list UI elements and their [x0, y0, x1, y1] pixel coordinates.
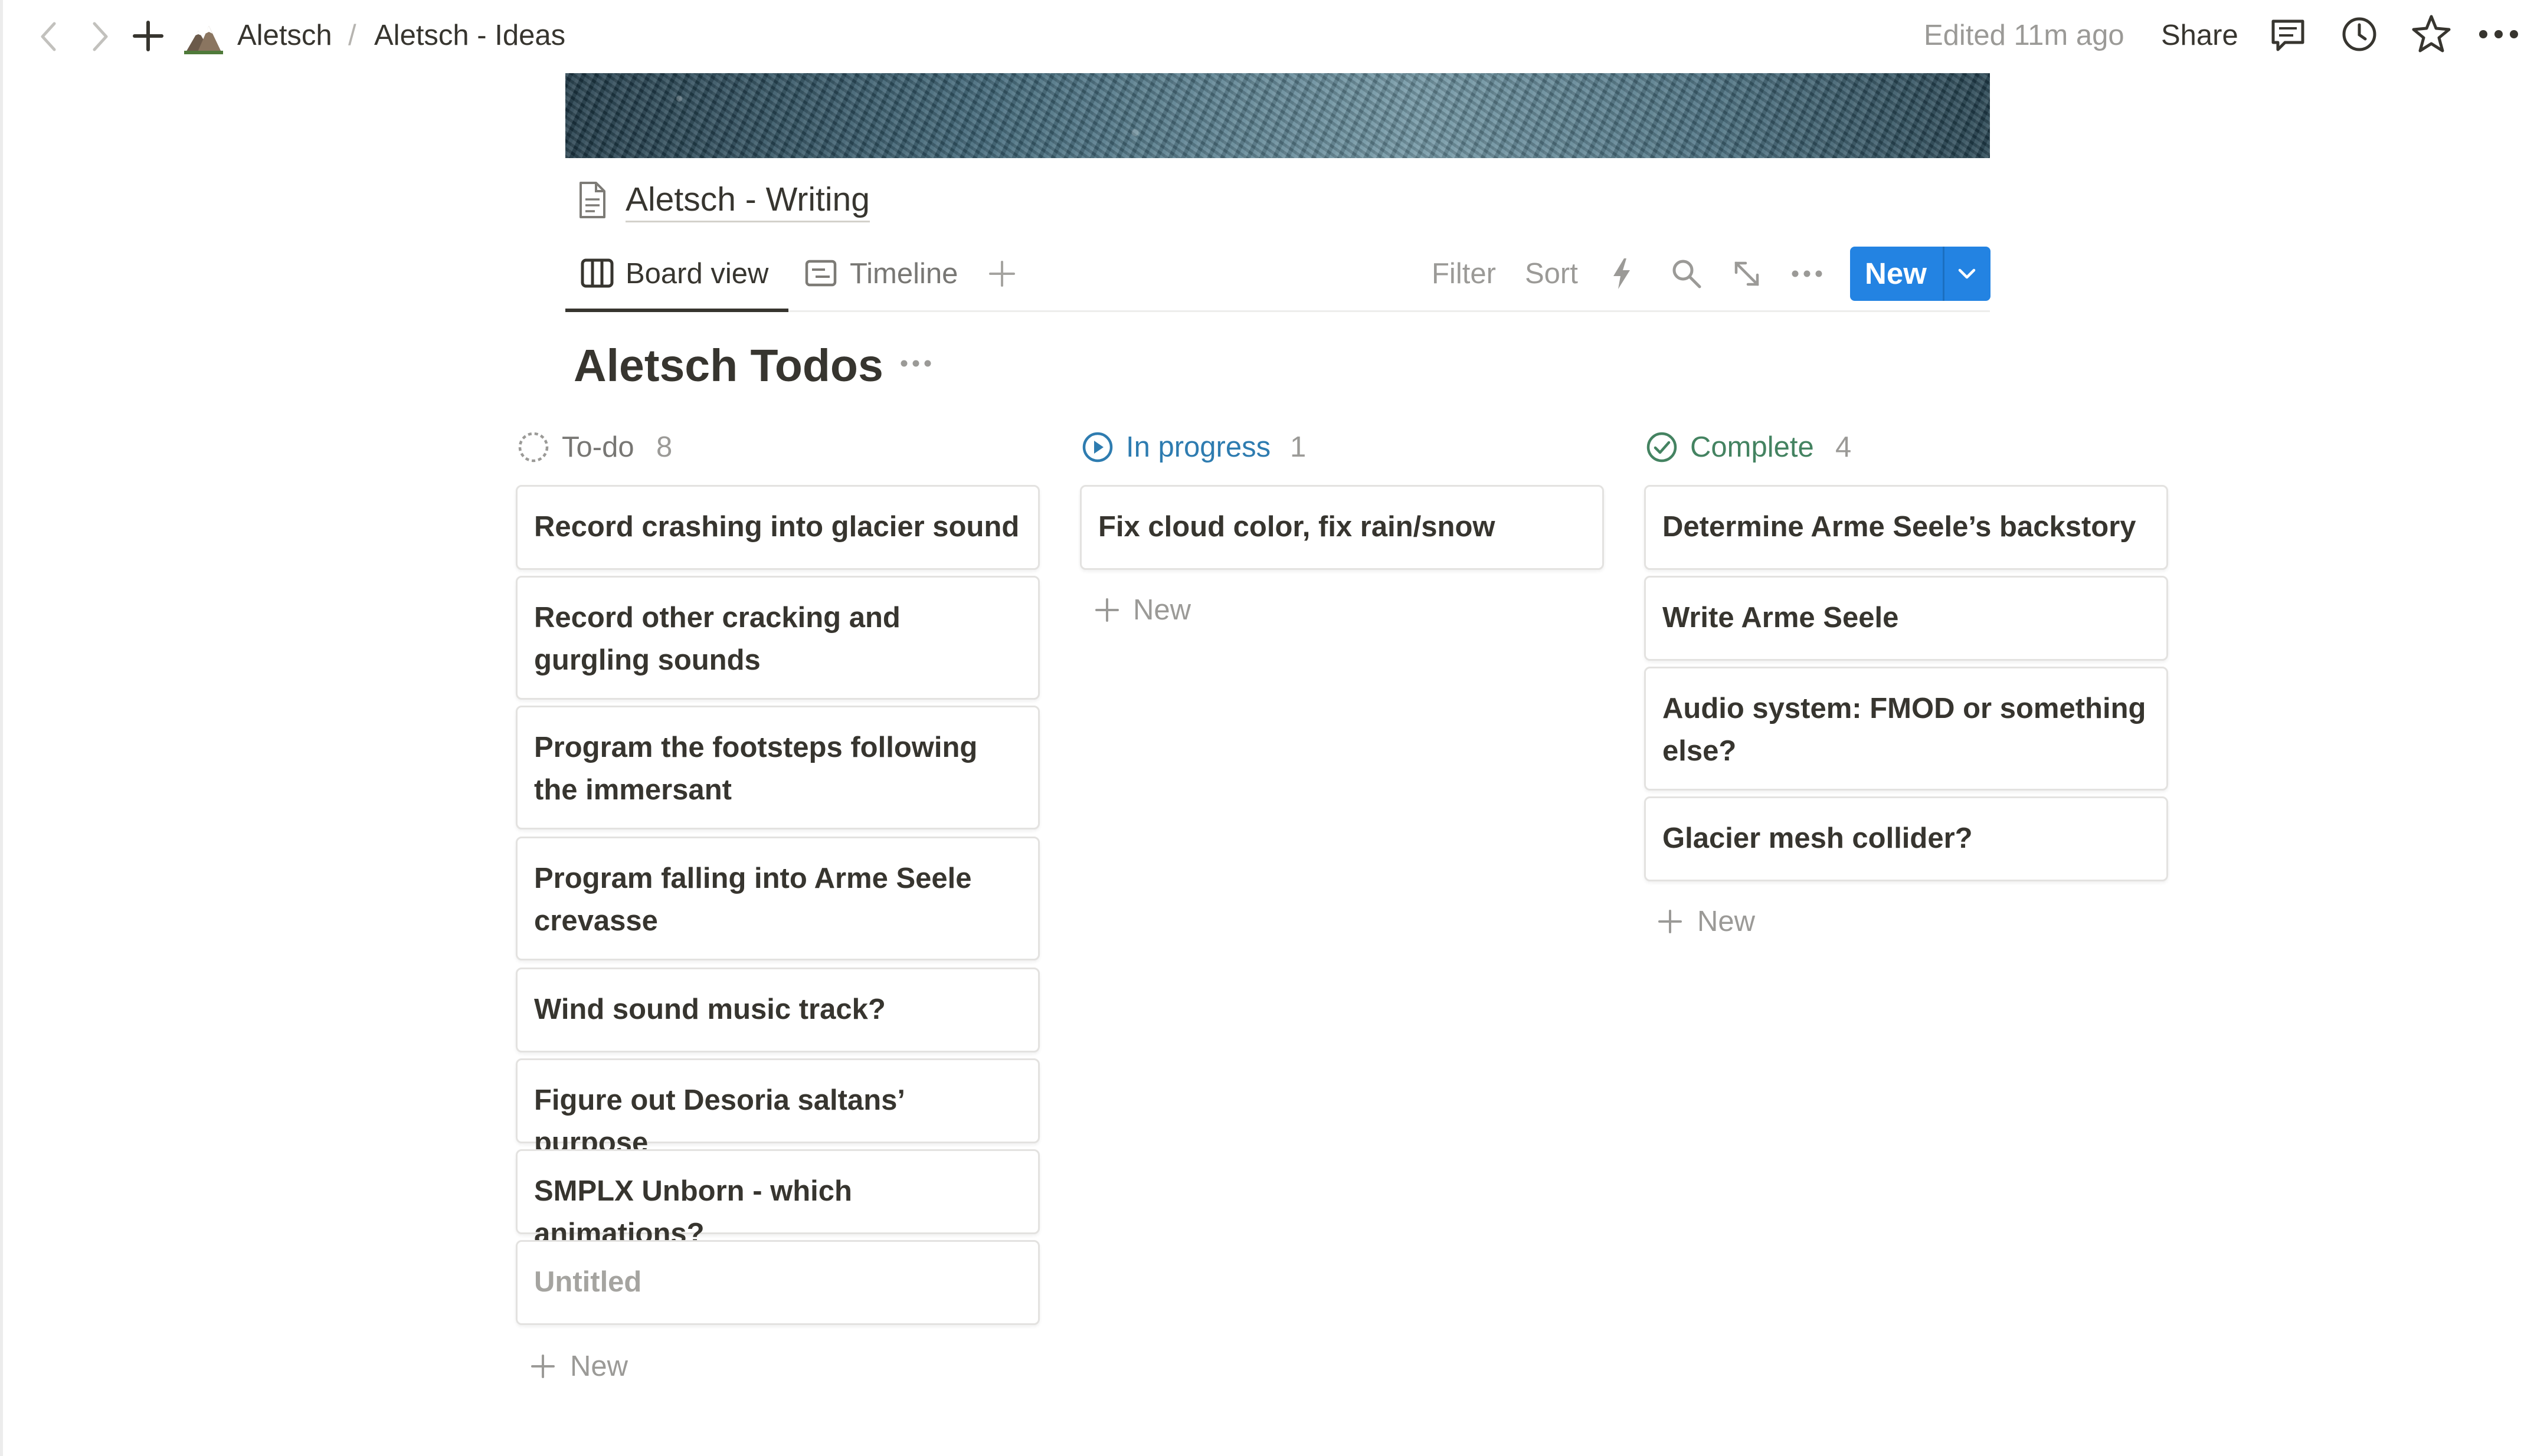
forward-arrow-icon[interactable]	[89, 20, 112, 53]
card-title: Fix cloud color, fix rain/snow	[1098, 511, 1495, 543]
share-button[interactable]: Share	[2161, 17, 2238, 54]
column-count-complete: 4	[1835, 431, 1852, 463]
board-card[interactable]: Wind sound music track?	[516, 968, 1040, 1052]
plus-icon	[1658, 910, 1682, 933]
card-title: Record other cracking and gurgling sound…	[534, 602, 901, 676]
page-document-icon	[580, 182, 605, 218]
board-card[interactable]: Glacier mesh collider?	[1644, 796, 2168, 881]
card-title: Glacier mesh collider?	[1662, 822, 1973, 854]
card-title: Determine Arme Seele’s backstory	[1662, 511, 2136, 543]
new-button-label: New	[1865, 257, 1927, 290]
complete-status-icon	[1646, 432, 1677, 463]
edited-timestamp: Edited 11m ago	[1924, 19, 2124, 51]
board-icon	[581, 258, 614, 288]
plus-icon	[1095, 598, 1119, 622]
card-title: Untitled	[534, 1266, 642, 1298]
add-page-icon[interactable]	[132, 20, 164, 52]
todo-status-icon	[518, 432, 549, 463]
automation-bolt-icon[interactable]	[1611, 257, 1632, 290]
breadcrumb-workspace[interactable]: Aletsch	[237, 17, 332, 54]
active-tab-indicator	[565, 309, 788, 312]
back-arrow-icon[interactable]	[37, 20, 60, 53]
mountain-emoji-icon	[184, 26, 223, 54]
add-card-label: New	[1133, 594, 1191, 626]
comments-icon[interactable]	[2270, 18, 2306, 53]
column-count-in-progress: 1	[1290, 431, 1307, 463]
column-count-todo: 8	[656, 431, 673, 463]
card-title: Record crashing into glacier sound	[534, 511, 1020, 543]
in-progress-status-icon	[1082, 432, 1113, 463]
filter-button[interactable]: Filter	[1432, 255, 1496, 293]
column-title-in-progress[interactable]: In progress	[1126, 428, 1271, 466]
board-more-icon[interactable]	[899, 359, 932, 368]
board-card[interactable]: Audio system: FMOD or something else?	[1644, 667, 2168, 791]
new-button-separator	[1943, 247, 1944, 301]
board-card[interactable]: Fix cloud color, fix rain/snow	[1080, 485, 1604, 570]
card-title: Program falling into Arme Seele crevasse	[534, 863, 972, 937]
timeline-icon	[805, 260, 837, 287]
board-card[interactable]: Write Arme Seele	[1644, 576, 2168, 661]
board-card[interactable]: Determine Arme Seele’s backstory	[1644, 485, 2168, 570]
window-edge	[0, 0, 3, 1456]
column-title-complete[interactable]: Complete	[1690, 428, 1814, 466]
expand-icon[interactable]	[1731, 258, 1762, 289]
board-card[interactable]: Figure out Desoria saltans’ purpose	[516, 1058, 1040, 1159]
page-cover-image	[565, 73, 1990, 158]
board-card[interactable]: Record crashing into glacier sound	[516, 485, 1040, 570]
board-card[interactable]: Program the footsteps following the imme…	[516, 706, 1040, 829]
board-card-untitled[interactable]: Untitled	[516, 1240, 1040, 1325]
board-title[interactable]: Aletsch Todos	[574, 337, 883, 394]
tab-timeline[interactable]: Timeline	[850, 255, 958, 293]
search-icon[interactable]	[1670, 257, 1703, 290]
updates-clock-icon[interactable]	[2340, 15, 2378, 53]
add-card-label: New	[570, 1350, 628, 1382]
add-view-icon[interactable]	[988, 260, 1016, 288]
breadcrumb-page[interactable]: Aletsch - Ideas	[374, 17, 565, 54]
breadcrumb-separator: /	[348, 19, 356, 51]
sort-button[interactable]: Sort	[1525, 255, 1578, 293]
card-title: Wind sound music track?	[534, 993, 886, 1025]
view-more-icon[interactable]	[1790, 269, 1823, 278]
favorite-star-icon[interactable]	[2411, 14, 2451, 53]
plus-icon	[531, 1355, 555, 1378]
add-card-label: New	[1697, 906, 1756, 937]
board-card[interactable]: Record other cracking and gurgling sound…	[516, 576, 1040, 700]
new-record-button[interactable]: New	[1850, 247, 1990, 301]
card-title: Program the footsteps following the imme…	[534, 732, 978, 806]
chevron-down-icon[interactable]	[1956, 267, 1978, 281]
more-options-icon[interactable]	[2477, 28, 2520, 40]
board-card[interactable]: SMPLX Unborn - which animations?	[516, 1149, 1040, 1250]
card-title: Write Arme Seele	[1662, 602, 1899, 634]
column-title-todo[interactable]: To-do	[562, 428, 634, 466]
card-title: Audio system: FMOD or something else?	[1662, 693, 2146, 767]
top-bar: Aletsch / Aletsch - Ideas Edited 11m ago…	[0, 0, 2534, 71]
database-title[interactable]: Aletsch - Writing	[626, 178, 870, 222]
tab-board-view[interactable]: Board view	[626, 255, 768, 293]
board-card[interactable]: Program falling into Arme Seele crevasse	[516, 837, 1040, 960]
